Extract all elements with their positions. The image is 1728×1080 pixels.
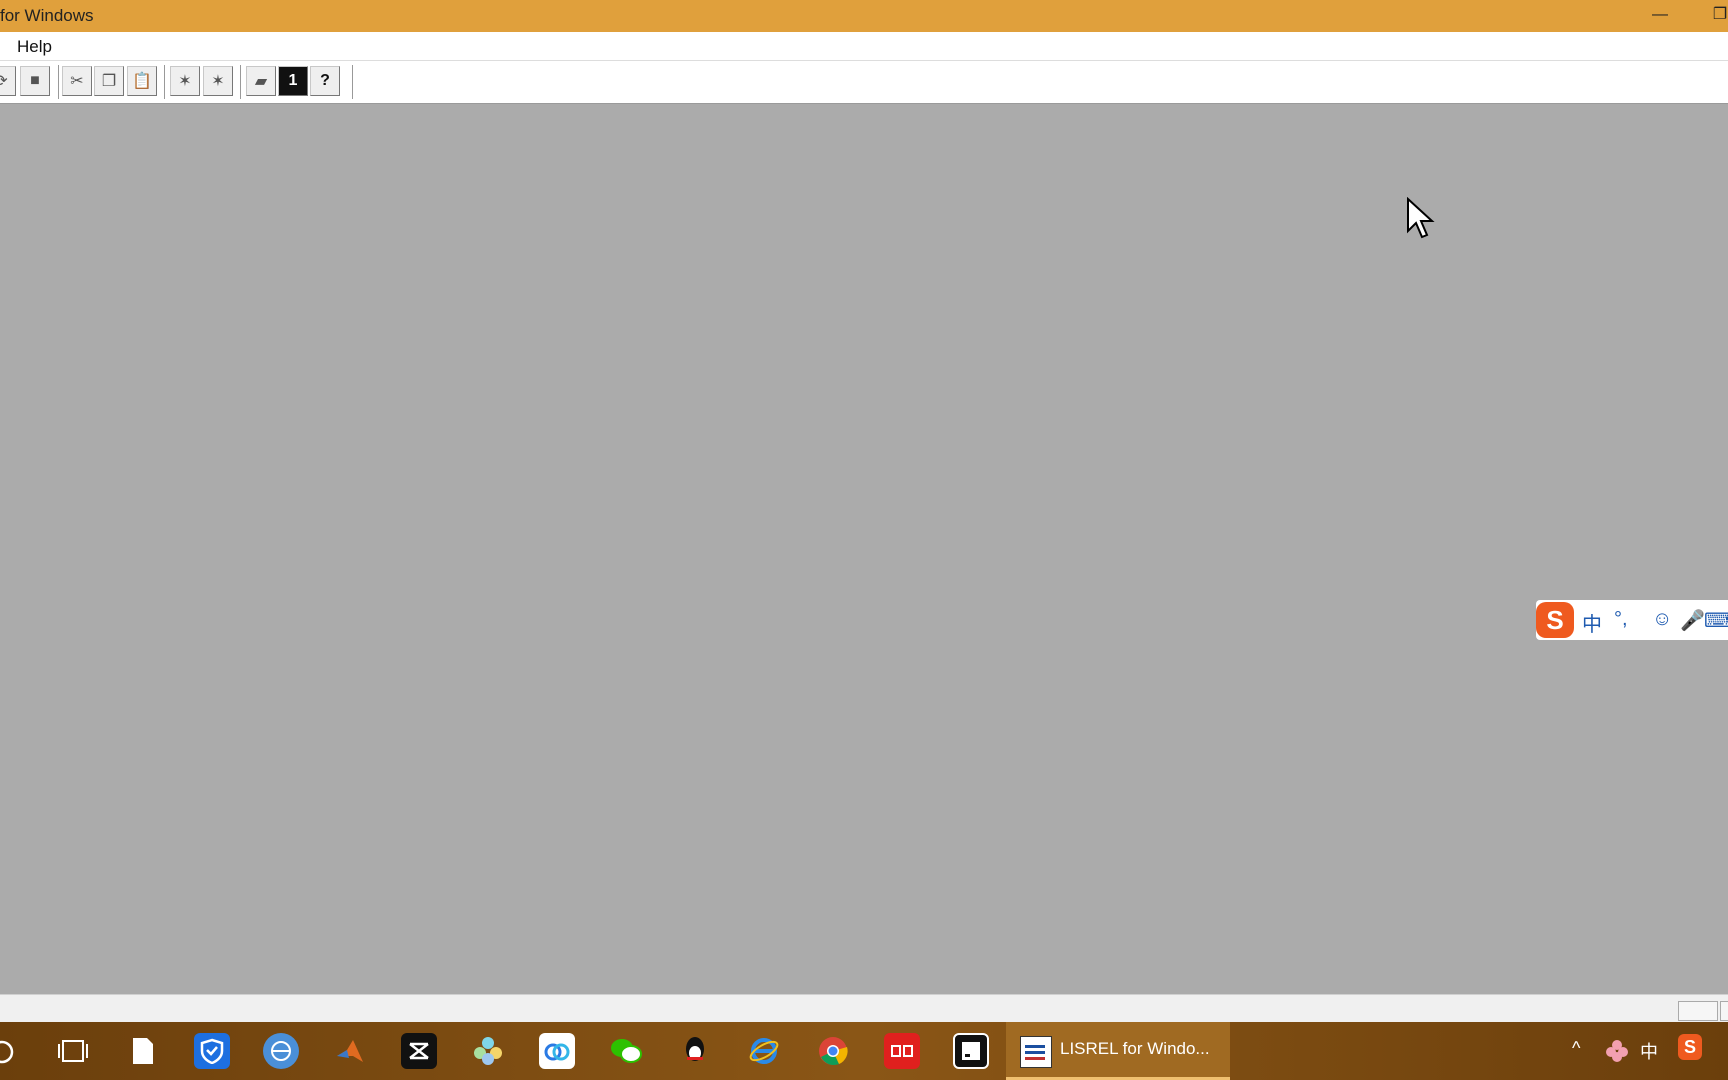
terminal-app-icon[interactable] [953,1033,989,1069]
copy-icon[interactable]: ❐ [94,66,124,96]
shield-icon[interactable] [194,1033,230,1069]
keyboard-icon[interactable]: ⌨ [1704,608,1728,633]
youdao-icon[interactable] [884,1033,920,1069]
status-bar [0,994,1728,1023]
globe-app-icon[interactable] [263,1033,299,1069]
ime-language-toggle[interactable]: 中 [1582,608,1602,637]
minimize-button[interactable]: — [1640,0,1680,32]
menu-help[interactable]: Help [17,37,52,57]
menu-bar: Help [0,32,1728,61]
tray-language-indicator[interactable]: 中 [1640,1038,1658,1064]
matlab-icon[interactable] [332,1033,368,1069]
run-icon[interactable]: ✶ [170,66,200,96]
microphone-icon[interactable]: 🎤 [1680,608,1705,633]
sogou-logo-icon[interactable]: S [1536,602,1574,638]
toolbar-separator [240,65,241,99]
mdi-workspace[interactable] [0,104,1728,994]
ime-punctuation-toggle[interactable]: °, [1614,608,1628,631]
flower-tray-icon[interactable] [1605,1039,1629,1063]
emoji-icon[interactable]: ☺ [1652,608,1672,631]
toolbar-separator [58,65,59,99]
toolbar: ⟳ ■ ✂ ❐ 📋 ✶ ✶ ▰ 1 ? [0,61,1728,105]
lisrel-app-icon [1020,1036,1052,1068]
taskbar-item-lisrel[interactable]: LISREL for Windo... [1006,1022,1230,1080]
chrome-icon[interactable] [815,1033,851,1069]
file-icon[interactable] [125,1033,161,1069]
window-title: for Windows [0,6,94,25]
search-icon[interactable] [0,1038,18,1066]
status-pane [1720,1001,1728,1021]
refresh-icon[interactable]: ⟳ [0,66,16,96]
stop-icon[interactable]: ■ [20,66,50,96]
internet-explorer-icon[interactable] [746,1033,782,1069]
toolbar-separator [164,65,165,99]
baidu-netdisk-icon[interactable] [539,1033,575,1069]
chevron-up-icon[interactable]: ^ [1572,1038,1580,1059]
task-view-icon[interactable] [58,1038,88,1064]
info-icon[interactable]: 1 [278,66,308,96]
cut-icon[interactable]: ✂ [62,66,92,96]
ime-toolbar[interactable]: S 中 °, ☺ 🎤 ⌨ [1536,600,1728,640]
wechat-icon[interactable] [608,1033,644,1069]
sogou-tray-icon[interactable]: S [1678,1034,1702,1060]
taskbar: LISREL for Windo... ^ 中 S [0,1022,1728,1080]
mouse-cursor-icon [1407,197,1435,239]
capcut-icon[interactable] [401,1033,437,1069]
qq-icon[interactable] [677,1033,713,1069]
paste-icon[interactable]: 📋 [127,66,157,96]
toolbar-separator [352,65,353,99]
taskbar-item-label: LISREL for Windo... [1060,1039,1210,1058]
title-bar: for Windows — ❐ [0,0,1728,32]
help-icon[interactable]: ? [310,66,340,96]
status-pane [1678,1001,1718,1021]
restore-button[interactable]: ❐ [1700,0,1728,32]
flower-app-icon[interactable] [470,1033,506,1069]
print-icon[interactable]: ▰ [246,66,276,96]
run-all-icon[interactable]: ✶ [203,66,233,96]
